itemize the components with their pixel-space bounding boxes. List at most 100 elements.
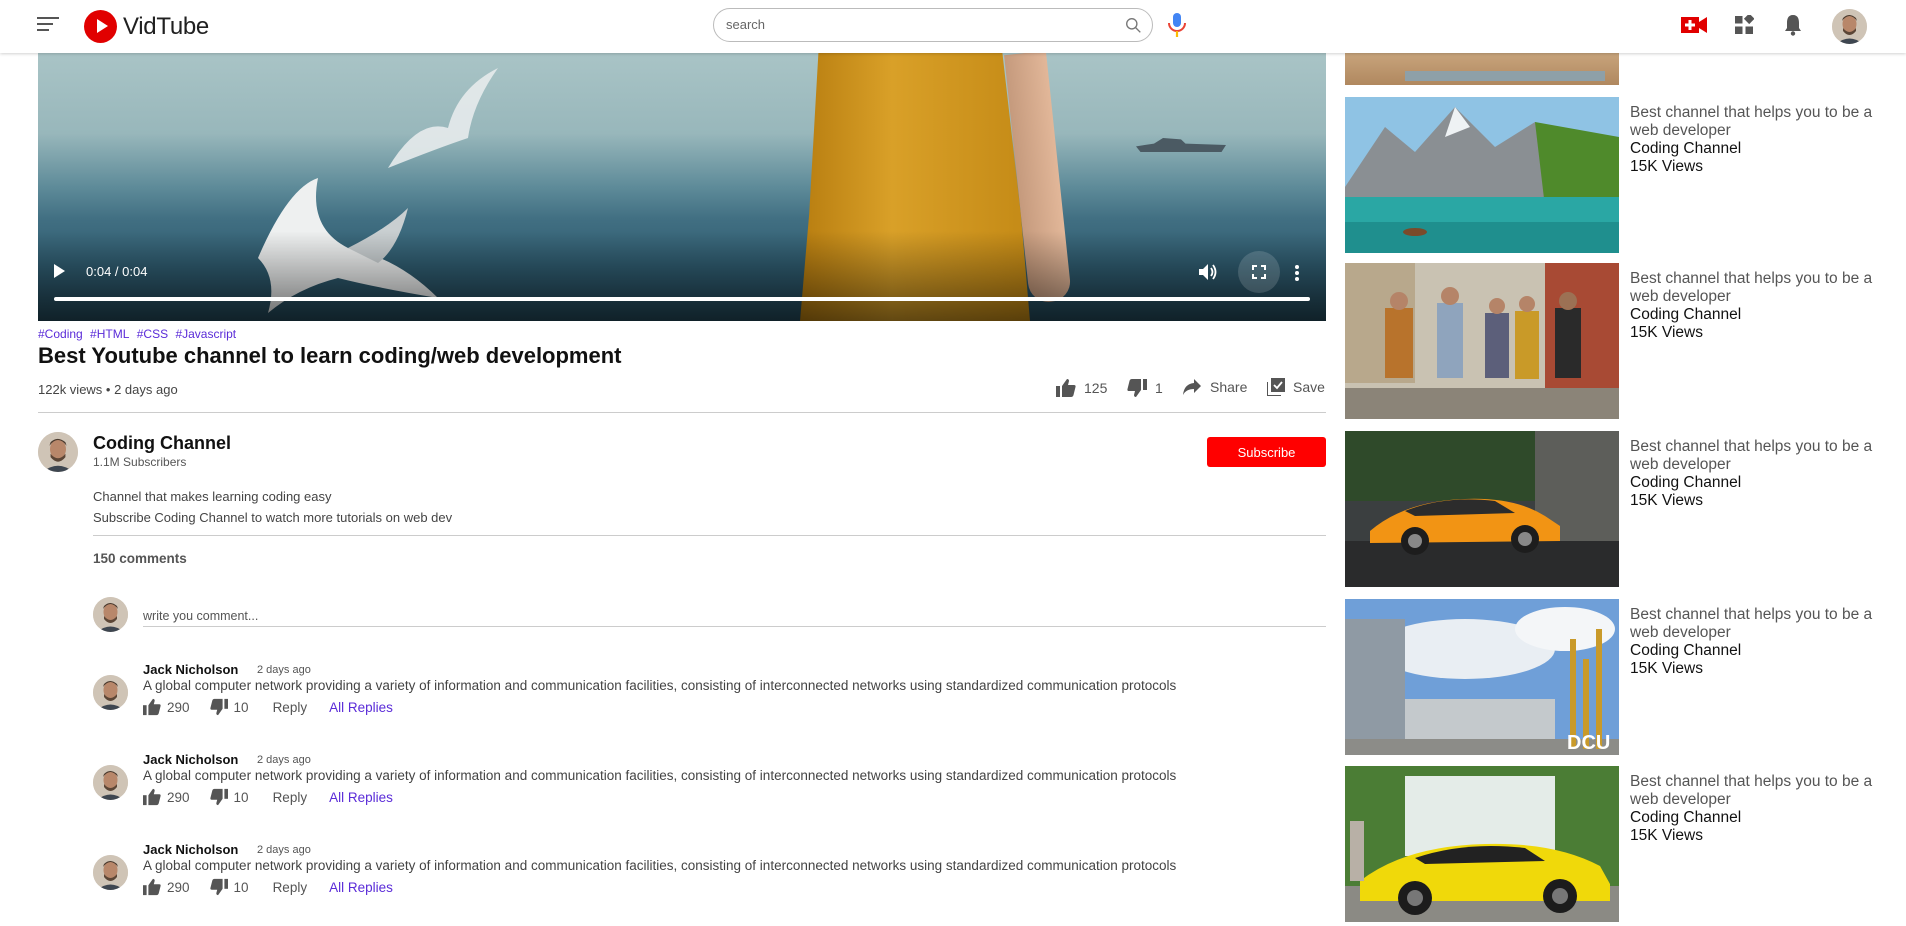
comment-like-button[interactable]: 290 — [143, 788, 190, 806]
recommended-video[interactable]: Best channel that helps you to be a web … — [1345, 766, 1897, 922]
fullscreen-button[interactable] — [1238, 251, 1280, 293]
apps-icon[interactable] — [1734, 15, 1754, 35]
comment-dislike-count: 10 — [233, 879, 249, 895]
comment-text: A global computer network providing a va… — [143, 768, 1177, 783]
recommended-thumbnail-partial[interactable] — [1345, 53, 1619, 85]
recommended-views: 15K Views — [1630, 324, 1703, 341]
channel-name[interactable]: Coding Channel — [93, 433, 231, 454]
reply-button[interactable]: Reply — [273, 700, 308, 715]
recommended-channel: Coding Channel — [1630, 140, 1742, 157]
comment-like-count: 290 — [167, 879, 190, 895]
menu-icon[interactable] — [37, 15, 59, 33]
comment-like-button[interactable]: 290 — [143, 878, 190, 896]
thumbs-down-icon — [1127, 379, 1147, 397]
volume-icon[interactable] — [1198, 263, 1218, 281]
more-options-icon[interactable] — [1294, 264, 1300, 282]
recommended-video[interactable]: Best channel that helps you to be a web … — [1345, 263, 1897, 419]
search-icon[interactable] — [1125, 17, 1142, 34]
all-replies-link[interactable]: All Replies — [329, 700, 393, 715]
ship-silhouette — [1136, 138, 1226, 152]
recommended-title: Best channel that helps you to be a web … — [1630, 270, 1873, 305]
video-player[interactable]: 0:04 / 0:04 — [38, 53, 1326, 321]
share-button[interactable]: Share — [1182, 378, 1247, 396]
recommended-channel: Coding Channel — [1630, 306, 1742, 323]
like-button[interactable]: 125 — [1056, 378, 1107, 398]
save-label: Save — [1293, 379, 1325, 395]
subscribe-button[interactable]: Subscribe — [1207, 437, 1326, 467]
thumbs-down-icon — [209, 878, 228, 896]
comment-text: A global computer network providing a va… — [143, 858, 1177, 873]
dislike-button[interactable]: 1 — [1127, 378, 1163, 398]
play-button[interactable] — [52, 263, 66, 279]
all-replies-link[interactable]: All Replies — [329, 790, 393, 805]
recommended-channel: Coding Channel — [1630, 809, 1742, 826]
comment-avatar[interactable] — [93, 765, 128, 800]
comment-avatar[interactable] — [93, 675, 128, 710]
controls-shade — [38, 231, 1326, 321]
recommended-views: 15K Views — [1630, 158, 1703, 175]
divider — [38, 412, 1326, 413]
recommended-title: Best channel that helps you to be a web … — [1630, 773, 1873, 808]
comment-dislike-count: 10 — [233, 699, 249, 715]
current-user-avatar — [93, 597, 128, 632]
comment-author[interactable]: Jack Nicholson — [143, 662, 238, 677]
comment-dislike-button[interactable]: 10 — [209, 878, 249, 896]
tag-link[interactable]: #CSS — [137, 327, 168, 341]
tag-link[interactable]: #Javascript — [175, 327, 236, 341]
like-count: 125 — [1084, 380, 1108, 396]
recommended-title: Best channel that helps you to be a web … — [1630, 438, 1873, 473]
all-replies-link[interactable]: All Replies — [329, 880, 393, 895]
thumbs-down-icon — [209, 698, 228, 716]
save-playlist-icon — [1267, 378, 1285, 396]
share-label: Share — [1210, 379, 1248, 395]
comment-actions: 290 10 Reply All Replies — [143, 788, 393, 806]
comment-dislike-count: 10 — [233, 789, 249, 805]
video-tags: #Coding #HTML #CSS #Javascript — [38, 327, 240, 341]
comments-count: 150 comments — [93, 551, 187, 566]
reply-button[interactable]: Reply — [273, 790, 308, 805]
video-progress-bar[interactable] — [54, 297, 1310, 301]
share-icon — [1183, 379, 1201, 395]
comment-like-count: 290 — [167, 699, 190, 715]
comment-author[interactable]: Jack Nicholson — [143, 752, 238, 767]
recommended-video[interactable]: Best channel that helps you to be a web … — [1345, 97, 1897, 253]
tag-link[interactable]: #HTML — [90, 327, 129, 341]
search-input[interactable] — [726, 17, 1096, 32]
divider — [93, 535, 1326, 536]
svg-text:DCU: DCU — [1567, 732, 1610, 754]
comment-author[interactable]: Jack Nicholson — [143, 842, 238, 857]
user-avatar[interactable] — [1832, 9, 1867, 44]
comment-avatar[interactable] — [93, 855, 128, 890]
thumbs-up-icon — [143, 788, 161, 806]
thumbs-down-icon — [209, 788, 228, 806]
video-thumbnail — [1345, 263, 1619, 419]
comment-item: Jack Nicholson 2 days ago A global compu… — [93, 842, 1326, 912]
logo[interactable]: VidTube — [84, 10, 209, 43]
comment-dislike-button[interactable]: 10 — [209, 698, 249, 716]
recommended-video[interactable]: DCU Best channel that helps you to be a … — [1345, 599, 1897, 755]
create-video-icon[interactable] — [1681, 15, 1707, 35]
comment-like-button[interactable]: 290 — [143, 698, 190, 716]
save-button[interactable]: Save — [1267, 378, 1325, 396]
comment-item: Jack Nicholson 2 days ago A global compu… — [93, 752, 1326, 822]
comment-time: 2 days ago — [257, 754, 311, 766]
top-bar: VidTube — [0, 0, 1906, 53]
comment-actions: 290 10 Reply All Replies — [143, 878, 393, 896]
recommended-title: Best channel that helps you to be a web … — [1630, 606, 1873, 641]
recommended-channel: Coding Channel — [1630, 642, 1742, 659]
channel-subscribers: 1.1M Subscribers — [93, 455, 187, 469]
comment-dislike-button[interactable]: 10 — [209, 788, 249, 806]
notification-bell-icon[interactable] — [1784, 14, 1802, 36]
recommended-views: 15K Views — [1630, 827, 1703, 844]
channel-description: Subscribe Coding Channel to watch more t… — [93, 510, 453, 525]
video-thumbnail: DCU — [1345, 599, 1619, 755]
video-time: 0:04 / 0:04 — [86, 264, 148, 279]
channel-description: Channel that makes learning coding easy — [93, 489, 332, 504]
comment-input[interactable] — [143, 605, 1326, 627]
recommended-video[interactable]: Best channel that helps you to be a web … — [1345, 431, 1897, 587]
channel-avatar[interactable] — [38, 432, 78, 472]
thumbs-up-icon — [143, 698, 161, 716]
microphone-icon[interactable] — [1166, 12, 1188, 38]
tag-link[interactable]: #Coding — [38, 327, 83, 341]
reply-button[interactable]: Reply — [273, 880, 308, 895]
